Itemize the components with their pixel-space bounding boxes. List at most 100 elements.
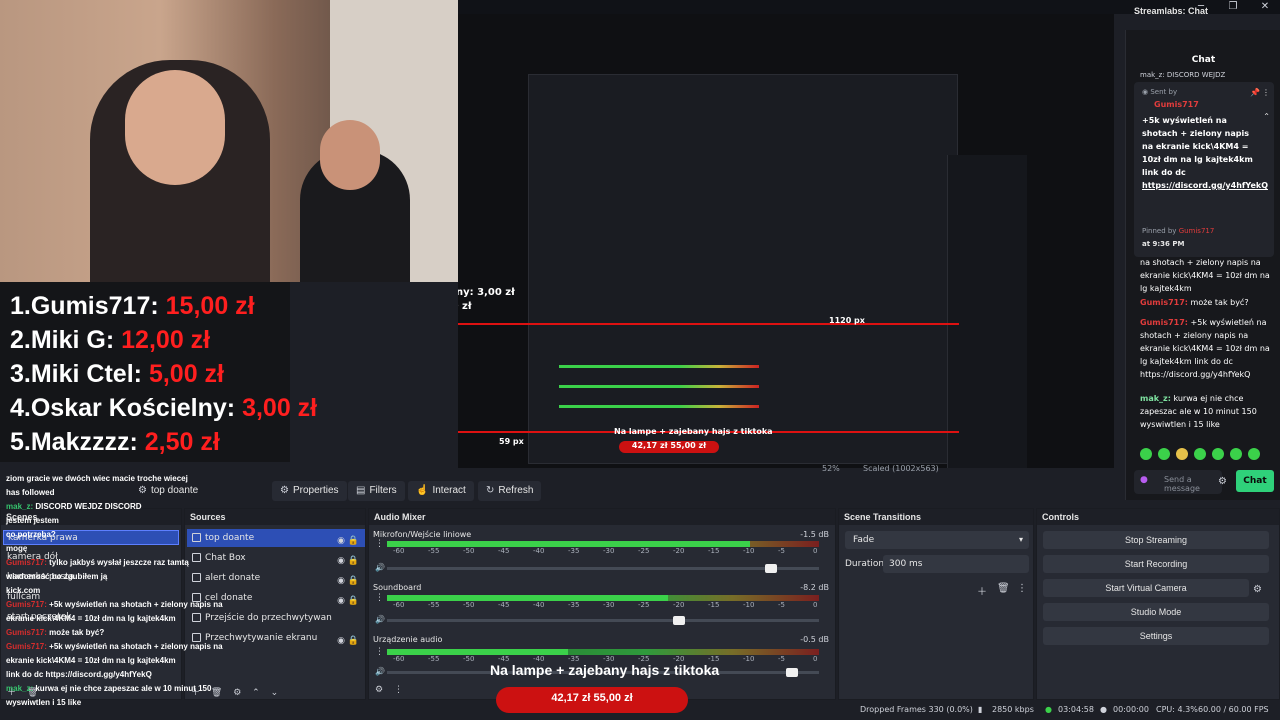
start-recording-button[interactable]: Start Recording [1043, 555, 1269, 573]
start-virtual-camera-button[interactable]: Start Virtual Camera [1043, 579, 1249, 597]
stop-streaming-button[interactable]: Stop Streaming [1043, 531, 1269, 549]
emote-icon[interactable] [1158, 448, 1170, 460]
zoom-label: 52% [822, 464, 840, 473]
chevron-up-icon[interactable]: ⌃ [252, 688, 260, 698]
scene-item[interactable]: kamerka pusta [3, 570, 179, 585]
lock-icon[interactable]: 🔒 [348, 572, 359, 590]
emote-icon[interactable] [1212, 448, 1224, 460]
emote-icon[interactable] [1194, 448, 1206, 460]
browser-source-icon [192, 593, 201, 602]
properties-button[interactable]: ⚙ Properties [272, 481, 347, 501]
emote-icon[interactable] [1230, 448, 1242, 460]
gear-icon: ⚙ [280, 485, 289, 496]
kebab-icon[interactable]: ⋮ [375, 647, 384, 657]
nested-leaderboard-line: 5.Makzzzz: 2,50 zł [458, 301, 472, 312]
close-icon[interactable]: ✕ [1249, 1, 1280, 13]
eye-icon[interactable]: ◉ [337, 532, 345, 550]
microphone-icon[interactable]: ● [1140, 475, 1148, 485]
filters-button[interactable]: ▤ Filters [348, 481, 405, 501]
source-item[interactable]: cel donate ◉ 🔒 [187, 589, 365, 607]
meter-scale-tick: -10 [743, 547, 755, 555]
add-icon[interactable]: ＋ [7, 688, 16, 698]
chat-send-button[interactable]: Chat [1236, 470, 1274, 492]
emote-icon[interactable] [1176, 448, 1188, 460]
speaker-icon[interactable]: 🔊 [375, 667, 385, 676]
scene-item[interactable]: kamera dół [3, 550, 179, 565]
nested-lamp-text: Na lampe + zajebany hajs z tiktoka [614, 427, 773, 436]
discord-link[interactable]: https://discord.gg/y4hfYekQ [1142, 181, 1268, 190]
gear-icon[interactable]: ⚙ [1218, 476, 1227, 487]
pin-icon[interactable]: 📌 [1250, 88, 1260, 97]
studio-mode-button[interactable]: Studio Mode [1043, 603, 1269, 621]
gear-icon[interactable]: ⚙ [233, 688, 241, 698]
lock-icon[interactable]: 🔒 [348, 592, 359, 610]
audio-mixer-title: Audio Mixer [369, 509, 835, 525]
emote-icon[interactable] [1248, 448, 1260, 460]
meter-scale-tick: 0 [813, 655, 818, 663]
scene-item[interactable]: kamerka prawa [3, 530, 179, 545]
donation-goal-text: 42,17 zł 55,00 zł [551, 692, 633, 704]
chat-input[interactable]: ● Send a message [1134, 470, 1222, 494]
volume-slider-knob[interactable] [765, 564, 777, 573]
eye-icon[interactable]: ◉ [337, 592, 345, 610]
restore-icon[interactable]: ❐ [1217, 1, 1249, 13]
scaled-label: Scaled (1002x563) [863, 464, 939, 473]
meter-scale-tick: -55 [428, 655, 440, 663]
eye-icon[interactable]: ◉ [337, 632, 345, 650]
trash-icon[interactable]: 🗑 [997, 583, 1010, 594]
chat-message: na shotach + zielony napis na ekranie ki… [1140, 258, 1270, 293]
kebab-icon[interactable]: ⋮ [1017, 583, 1027, 594]
emote-icon[interactable] [1140, 448, 1152, 460]
trash-icon[interactable]: 🗑 [211, 688, 222, 698]
nested-chat-panel [947, 155, 1027, 468]
eye-icon[interactable]: ◉ [337, 552, 345, 570]
gear-icon[interactable]: ⚙ [1253, 584, 1262, 595]
volume-slider-knob[interactable] [672, 616, 685, 625]
donation-goal-bar: 42,17 zł 55,00 zł [496, 687, 688, 713]
speaker-icon[interactable]: 🔊 [375, 615, 385, 624]
volume-slider-knob[interactable] [786, 668, 798, 677]
lock-icon[interactable]: 🔒 [348, 632, 359, 650]
lock-icon[interactable]: 🔒 [348, 552, 359, 570]
source-item[interactable]: top doante ◉ 🔒 [187, 529, 365, 547]
cpu-usage: CPU: 4.3% [1156, 705, 1198, 714]
meter-scale-tick: -10 [743, 655, 755, 663]
kebab-icon[interactable]: ⋮ [375, 539, 384, 549]
source-item[interactable]: alert donate ◉ 🔒 [187, 569, 365, 587]
scene-transitions-title: Scene Transitions [839, 509, 1033, 525]
kebab-icon[interactable]: ⋮ [394, 685, 403, 695]
add-icon[interactable]: ＋ [191, 688, 200, 698]
meter-scale-tick: -30 [603, 601, 615, 609]
volume-slider[interactable] [387, 564, 819, 573]
meter-scale-tick: -55 [428, 547, 440, 555]
sources-dock: Sources top doante ◉ 🔒 Chat Box ◉ 🔒 alert do… [184, 508, 366, 700]
scene-item[interactable]: start poczatek [3, 610, 179, 625]
tiktok-goal-title: Na lampe + zajebany hajs z tiktoka [490, 662, 720, 678]
source-item[interactable]: Chat Box ◉ 🔒 [187, 549, 365, 567]
duration-input[interactable]: 300 ms [883, 555, 1029, 573]
chevron-down-icon[interactable]: ⌄ [271, 688, 279, 698]
lock-icon[interactable]: 🔒 [348, 532, 359, 550]
kebab-icon[interactable]: ⋮ [1262, 88, 1270, 97]
gear-icon: ⚙ [138, 485, 147, 496]
meter-scale-tick: -55 [428, 601, 440, 609]
speaker-icon[interactable]: 🔊 [375, 563, 385, 572]
add-icon[interactable]: ＋ [977, 583, 987, 598]
stream-preview[interactable]: 4.Oskar Kościelny: 3,00 zł 5.Makzzzz: 2,… [458, 14, 1114, 468]
chevron-up-icon[interactable]: ⌃ [1263, 112, 1270, 121]
transition-select[interactable]: Fade ▾ [845, 531, 1029, 549]
volume-slider[interactable] [387, 616, 819, 625]
source-item[interactable]: Przechwytywanie ekranu ◉ 🔒 [187, 629, 365, 647]
source-item[interactable]: Przejście do przechwytywan [187, 609, 365, 627]
window-capture-icon [192, 613, 201, 622]
settings-button[interactable]: Settings [1043, 627, 1269, 645]
gear-icon[interactable]: ⚙ [375, 685, 383, 695]
trash-icon[interactable]: 🗑 [27, 688, 38, 698]
interact-button[interactable]: ☝ Interact [408, 481, 474, 501]
refresh-button[interactable]: ↻ Refresh [478, 481, 542, 501]
scene-item[interactable]: fullcam [3, 590, 179, 605]
eye-icon[interactable]: ◉ [337, 572, 345, 590]
sources-footer: ＋ 🗑 ⚙ ⌃ ⌄ [185, 685, 365, 699]
kebab-icon[interactable]: ⋮ [375, 593, 384, 603]
mixer-channel-db: -8.2 dB [800, 583, 829, 592]
